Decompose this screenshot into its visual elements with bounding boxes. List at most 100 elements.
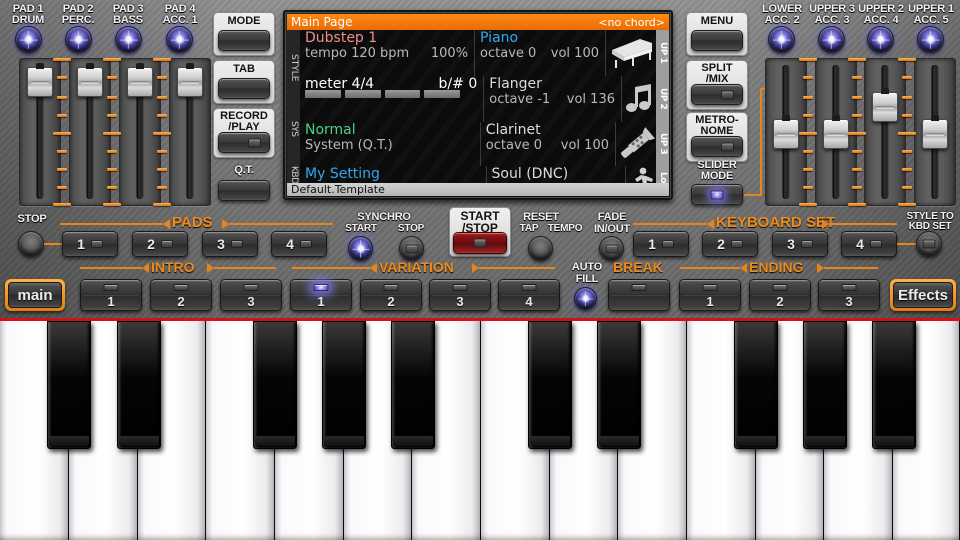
pad-led-3[interactable] (115, 26, 142, 53)
main-button-label: main (8, 282, 62, 308)
intro-arrow-right (207, 263, 214, 273)
style-meter-cell[interactable]: meter 4/4 b/# 0 (300, 76, 484, 122)
metronome-led (721, 142, 734, 151)
slider-knob-upper1[interactable] (922, 119, 948, 149)
stop-led-button[interactable] (18, 231, 44, 257)
part-led-upper1[interactable] (917, 26, 944, 53)
part-led-upper2[interactable] (867, 26, 894, 53)
pad-led-4[interactable] (166, 26, 193, 53)
split-mix-button[interactable] (691, 84, 743, 105)
break-button[interactable] (608, 279, 670, 311)
kbdset-rule-right (829, 223, 897, 225)
qt-button[interactable] (218, 180, 270, 201)
fade-in-out-button[interactable] (599, 236, 624, 261)
synchro-start-button[interactable] (348, 236, 373, 261)
variation-2-led (384, 284, 399, 291)
intro-button-2[interactable]: 2 (150, 279, 212, 311)
style-to-kbd-button[interactable] (916, 231, 942, 257)
intro-2-led (174, 284, 189, 291)
tab-button[interactable] (218, 78, 270, 99)
slider-knob-lower[interactable] (773, 119, 799, 149)
part-led-lower[interactable] (768, 26, 795, 53)
piano-keyboard (0, 318, 960, 540)
variation-button-1[interactable]: 1 (290, 279, 352, 311)
knob-cap (881, 88, 889, 94)
style-to-kbd-led (923, 240, 936, 249)
ending-button-2[interactable]: 2 (749, 279, 811, 311)
ending-button-3[interactable]: 3 (818, 279, 880, 311)
slider-track-upper1[interactable] (914, 58, 956, 206)
style-cell[interactable]: Dubstep 1 tempo 120 bpm 100% (300, 30, 475, 76)
main-button[interactable]: main (5, 279, 65, 311)
keyboard-set-button-4[interactable]: 4 (841, 231, 897, 257)
slider-knob-pad3[interactable] (127, 67, 153, 97)
knob-cap (136, 63, 144, 69)
menu-button[interactable] (691, 30, 743, 51)
pad-button-3[interactable]: 3 (202, 231, 258, 257)
slider-ticks-3 (151, 58, 173, 206)
keyboard-set-button-3[interactable]: 3 (772, 231, 828, 257)
synchro-stop-button[interactable] (399, 236, 424, 261)
auto-fill-button[interactable] (574, 287, 597, 310)
keyboard-set-button-2[interactable]: 2 (702, 231, 758, 257)
lcd-screen: Main Page <no chord> STYLE SYS KBD UP 1 … (287, 14, 669, 196)
slider-knob-pad4[interactable] (177, 67, 203, 97)
record-play-button[interactable] (218, 132, 270, 153)
pad-label-4: PAD 4 ACC. 1 (154, 4, 206, 26)
slider-mode-button[interactable] (691, 184, 743, 205)
ending-button-1[interactable]: 1 (679, 279, 741, 311)
variation-button-4[interactable]: 4 (498, 279, 560, 311)
synchro-stop-led (405, 244, 418, 253)
black-key[interactable] (322, 321, 366, 449)
synchro-start-label: START (338, 224, 384, 234)
pad-led-1[interactable] (15, 26, 42, 53)
kbdset-1-led (662, 240, 674, 248)
keyboard-set-button-1[interactable]: 1 (633, 231, 689, 257)
pads-rule-right (229, 223, 333, 225)
black-key[interactable] (253, 321, 297, 449)
part-led-upper3[interactable] (818, 26, 845, 53)
variation-button-2[interactable]: 2 (360, 279, 422, 311)
variation-arrow-left (370, 263, 377, 273)
pad-button-2[interactable]: 2 (132, 231, 188, 257)
black-key[interactable] (117, 321, 161, 449)
slider-knob-upper2[interactable] (872, 92, 898, 122)
black-key[interactable] (528, 321, 572, 449)
pad-led-2[interactable] (65, 26, 92, 53)
kbdset-arrow-right (822, 219, 829, 229)
upper1-cell[interactable]: Piano octave 0 vol 100 (475, 30, 606, 76)
system-cell[interactable]: Normal System (Q.T.) (300, 122, 481, 166)
rail-style: STYLE (287, 30, 300, 106)
intro-button-1[interactable]: 1 (80, 279, 142, 311)
pad-button-4[interactable]: 4 (271, 231, 327, 257)
slider-knob-pad1[interactable] (27, 67, 53, 97)
slider-track-pad4[interactable] (169, 58, 211, 206)
black-key[interactable] (872, 321, 916, 449)
synchro-label: SYNCHRO (341, 212, 427, 223)
effects-button[interactable]: Effects (890, 279, 956, 311)
black-key[interactable] (734, 321, 778, 449)
black-key[interactable] (47, 321, 91, 449)
mode-button[interactable] (218, 30, 270, 51)
reset-tap-tempo-button[interactable] (528, 236, 553, 261)
pad-label-3: PAD 3 BASS (104, 4, 152, 26)
pad-button-1[interactable]: 1 (62, 231, 118, 257)
variation-rule-left (292, 267, 370, 269)
metronome-button[interactable] (691, 136, 743, 157)
stop-connector (44, 243, 64, 245)
knob-cap (36, 63, 44, 69)
upper3-cell[interactable]: Clarinet octave 0 vol 100 (481, 122, 616, 166)
record-play-led (248, 138, 261, 147)
pads-group-label: PADS (172, 214, 213, 231)
part-label-upper1: UPPER 1 ACC. 5 (905, 4, 957, 26)
black-key[interactable] (597, 321, 641, 449)
black-key[interactable] (803, 321, 847, 449)
black-key[interactable] (391, 321, 435, 449)
part-label-lower: LOWER ACC. 2 (756, 4, 808, 26)
start-stop-button[interactable] (453, 232, 507, 254)
slider-knob-pad2[interactable] (77, 67, 103, 97)
intro-button-3[interactable]: 3 (220, 279, 282, 311)
stop-label: STOP (8, 214, 56, 225)
variation-button-3[interactable]: 3 (429, 279, 491, 311)
upper2-cell[interactable]: Flanger octave -1 vol 136 (484, 76, 622, 122)
